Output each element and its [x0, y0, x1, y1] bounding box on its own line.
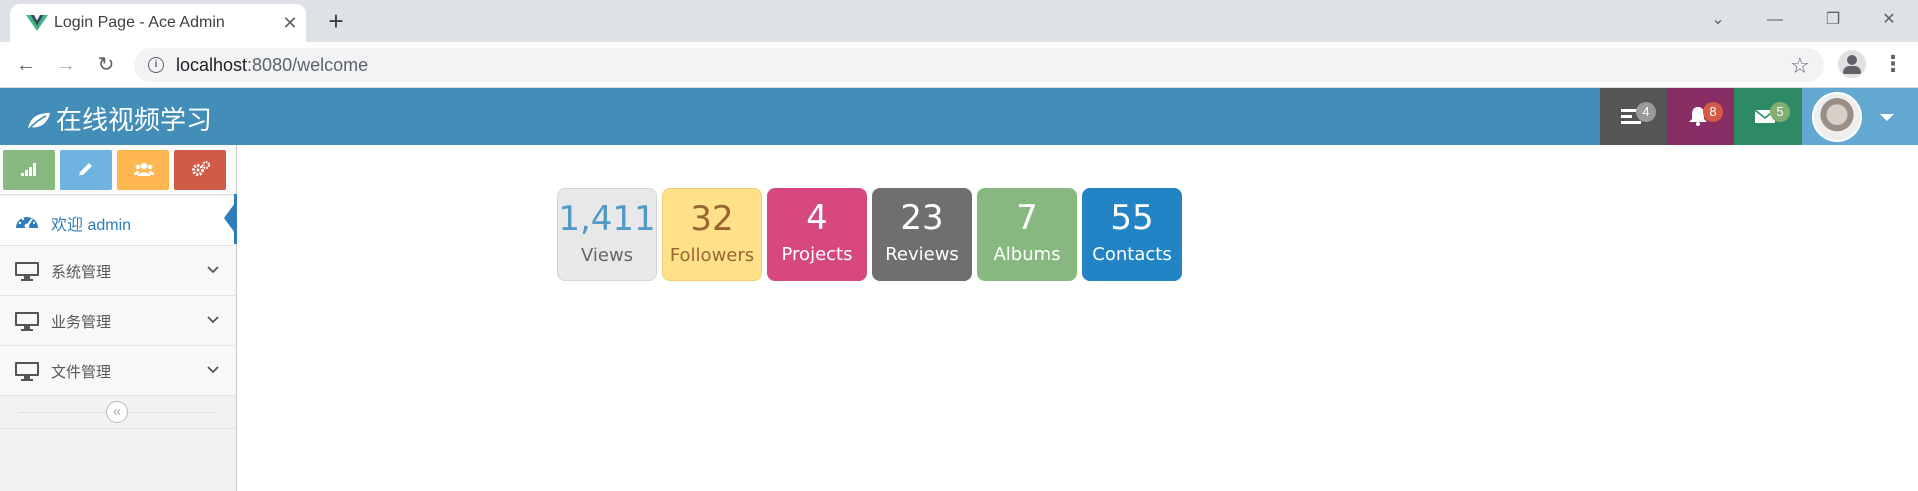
back-button[interactable]: ← [12, 51, 40, 79]
desktop-icon [15, 362, 39, 381]
stat-albums: 7 Albums [977, 188, 1077, 281]
chevron-down-icon [207, 266, 219, 274]
sidebar-item-label: 业务管理 [51, 314, 112, 331]
chevron-down-icon [207, 366, 219, 374]
sidebar-item-business[interactable]: 业务管理 [0, 296, 236, 346]
stat-label: Views [580, 245, 634, 266]
stat-projects: 4 Projects [767, 188, 867, 281]
stat-reviews: 23 Reviews [872, 188, 972, 281]
url-path: :8080/welcome [247, 55, 369, 75]
bookmark-star-icon[interactable]: ☆ [1790, 53, 1810, 79]
stat-label: Reviews [885, 244, 959, 265]
stat-label: Contacts [1092, 244, 1172, 265]
stat-value: 1,411 [558, 199, 656, 239]
notifications-dropdown[interactable]: 8 [1667, 88, 1734, 145]
tab-search-icon[interactable]: ⌄ [1706, 8, 1730, 32]
forward-button[interactable]: → [52, 51, 80, 79]
sidebar-item-label: 文件管理 [51, 364, 112, 381]
app-navbar: 在线视频学习 4 8 5 [0, 88, 1918, 145]
url-text[interactable]: localhost:8080/welcome [176, 55, 368, 76]
stat-label: Projects [781, 244, 853, 265]
dashboard-icon [16, 217, 38, 229]
tasks-dropdown[interactable]: 4 [1600, 88, 1667, 145]
sidebar-item-welcome[interactable]: 欢迎 admin [0, 196, 236, 246]
stat-value: 23 [900, 198, 944, 238]
stat-views: 1,411 Views [557, 188, 657, 281]
shortcut-users-button[interactable] [117, 150, 169, 190]
users-icon [134, 162, 154, 176]
brand[interactable]: 在线视频学习 [26, 100, 212, 137]
leaf-icon [27, 113, 50, 131]
sidebar-collapse-button[interactable]: « [106, 401, 128, 423]
profile-icon[interactable] [1838, 50, 1866, 78]
address-bar[interactable]: i localhost:8080/welcome ☆ [134, 48, 1824, 82]
vue-logo-icon [26, 15, 48, 31]
signal-icon [21, 163, 36, 176]
minimize-button[interactable]: — [1763, 8, 1787, 32]
desktop-icon [15, 312, 39, 331]
shortcut-cogs-button[interactable] [174, 150, 226, 190]
site-info-icon[interactable]: i [148, 57, 164, 73]
browser-toolbar: ← → ↻ i localhost:8080/welcome ☆ ⋮ [0, 42, 1918, 88]
sidebar-item-files[interactable]: 文件管理 [0, 346, 236, 396]
chevron-down-icon [207, 316, 219, 324]
sidebar-collapse-row: « [0, 395, 236, 429]
user-menu[interactable] [1802, 88, 1918, 145]
cogs-icon [192, 161, 211, 176]
close-window-button[interactable]: ✕ [1877, 8, 1901, 32]
browser-menu-icon[interactable]: ⋮ [1882, 50, 1904, 78]
messages-dropdown[interactable]: 5 [1734, 88, 1802, 145]
stat-value: 7 [1016, 198, 1038, 238]
shortcut-pencil-button[interactable] [60, 150, 112, 190]
sidebar-item-system[interactable]: 系统管理 [0, 246, 236, 296]
browser-tab-strip: Login Page - Ace Admin ✕ + ⌄ — ❐ ✕ [0, 0, 1918, 42]
notifications-badge: 8 [1703, 102, 1723, 122]
desktop-icon [15, 262, 39, 281]
tab-close-icon[interactable]: ✕ [278, 11, 302, 35]
sidebar-item-label: 欢迎 admin [51, 217, 132, 234]
stat-value: 4 [806, 198, 828, 238]
url-host: localhost [176, 55, 248, 75]
new-tab-button[interactable]: + [322, 8, 350, 36]
restore-button[interactable]: ❐ [1821, 8, 1845, 32]
stat-followers: 32 Followers [662, 188, 762, 281]
stat-contacts: 55 Contacts [1082, 188, 1182, 281]
stat-value: 32 [690, 199, 734, 239]
messages-badge: 5 [1770, 102, 1790, 122]
tasks-badge: 4 [1636, 102, 1656, 122]
sidebar: 欢迎 admin 系统管理 业务管理 文件管理 « [0, 145, 237, 491]
brand-title: 在线视频学习 [56, 105, 213, 135]
caret-down-icon[interactable] [1880, 114, 1894, 121]
stat-value: 55 [1110, 198, 1154, 238]
avatar[interactable] [1812, 92, 1862, 142]
stat-label: Followers [669, 245, 755, 266]
tab-title: Login Page - Ace Admin [54, 14, 225, 31]
active-arrow-icon [224, 203, 235, 233]
shortcut-signal-button[interactable] [3, 150, 55, 190]
browser-tab[interactable]: Login Page - Ace Admin ✕ [10, 4, 306, 42]
reload-button[interactable]: ↻ [92, 51, 120, 79]
sidebar-item-label: 系统管理 [51, 264, 112, 281]
stat-label: Albums [993, 244, 1061, 265]
sidebar-shortcuts [0, 145, 236, 195]
pencil-icon [79, 163, 92, 176]
